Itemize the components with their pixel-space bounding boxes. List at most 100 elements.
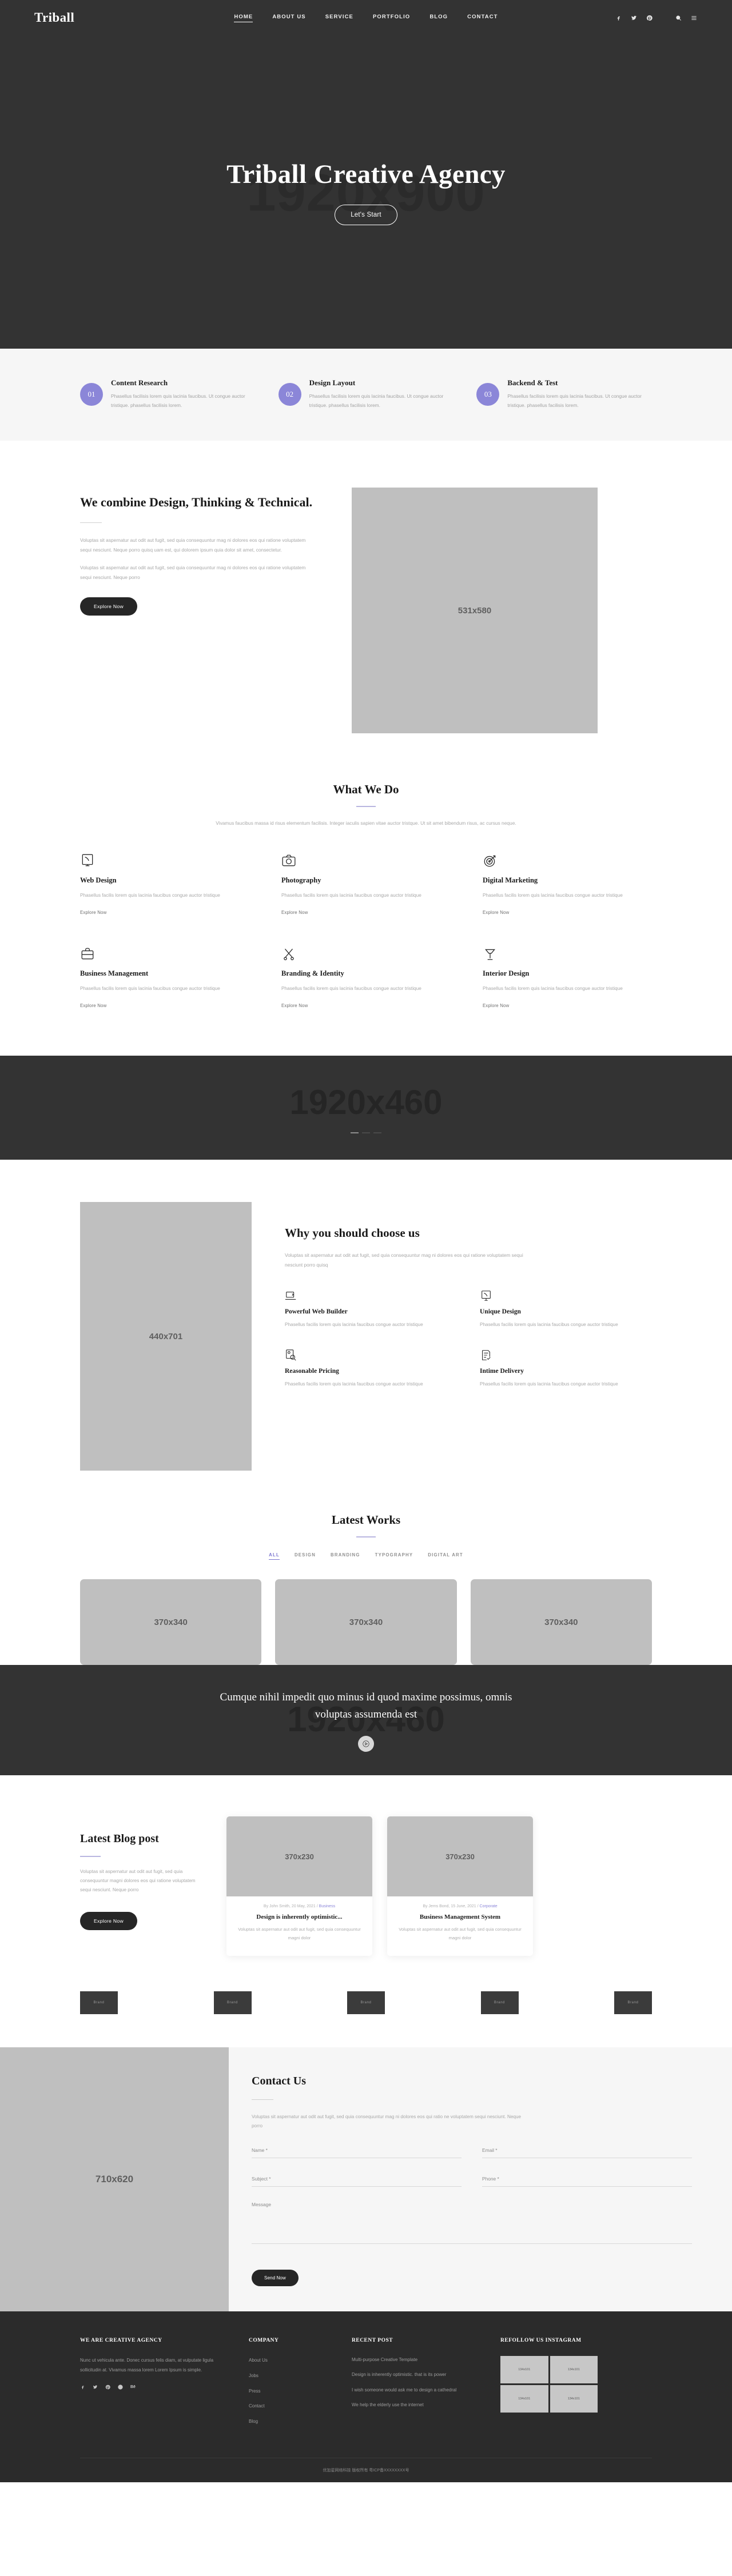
search-icon[interactable] [675, 14, 682, 22]
footer-link-blog[interactable]: Blog [249, 2417, 335, 2427]
feature-title: Intime Delivery [480, 1367, 524, 1375]
step-number-badge: 01 [80, 383, 103, 406]
target-icon [483, 853, 498, 868]
step-number-badge: 03 [476, 383, 500, 406]
slider-dot[interactable] [373, 1132, 381, 1133]
instagram-thumb[interactable]: 134x101 [500, 2356, 548, 2384]
lets-start-button[interactable]: Let's Start [335, 205, 397, 225]
instagram-thumb[interactable]: 134x101 [500, 2385, 548, 2413]
nav-item-home[interactable]: HOME [234, 14, 253, 22]
brand-logo[interactable]: Triball [34, 10, 217, 25]
combine-title: We combine Design, Thinking & Technical. [80, 495, 313, 510]
play-icon[interactable] [358, 1735, 374, 1752]
hamburger-menu-icon[interactable] [690, 14, 698, 22]
footer-recent-item[interactable]: I wish someone would ask me to design a … [352, 2386, 483, 2394]
blog-card-title[interactable]: Design is inherently optimistic... [237, 1914, 362, 1920]
service-explore-link[interactable]: Explore Now [483, 910, 509, 915]
blog-meta-category[interactable]: Corporate [480, 1904, 498, 1908]
service-explore-link[interactable]: Explore Now [483, 1003, 509, 1008]
service-explore-link[interactable]: Explore Now [281, 910, 308, 915]
section-rule [356, 1536, 376, 1538]
phone-field[interactable] [482, 2176, 692, 2187]
filter-all[interactable]: ALL [269, 1552, 280, 1560]
nav-item-service[interactable]: SERVICE [325, 14, 353, 22]
footer-link-contact[interactable]: Contact [249, 2402, 335, 2411]
client-logo[interactable]: Brand [614, 1991, 652, 2015]
combine-explore-button[interactable]: Explore Now [80, 597, 138, 616]
portfolio-item[interactable]: 370x340 [470, 1579, 652, 1666]
service-text: Phasellus facilis lorem quis lacinia fau… [483, 985, 623, 992]
name-field[interactable] [252, 2147, 462, 2159]
facebook-icon[interactable] [615, 14, 622, 22]
why-image-placeholder: 440x701 [80, 1202, 252, 1471]
feature-title: Powerful Web Builder [285, 1308, 348, 1315]
service-title: Digital Marketing [483, 876, 538, 884]
message-field[interactable] [252, 2202, 692, 2244]
blog-meta: By John Smith, 20 May, 2021 / Business [237, 1904, 362, 1908]
instagram-thumb[interactable]: 134x101 [550, 2385, 598, 2413]
steps-section: 01 Content Research Phasellus facilisis … [0, 349, 732, 441]
blog-card-title[interactable]: Business Management System [397, 1914, 523, 1920]
contact-section: 710x620 Contact Us Voluptas sit aspernat… [0, 2047, 732, 2312]
nav-item-about-us[interactable]: ABOUT US [272, 14, 305, 22]
dribbble-icon[interactable] [118, 2385, 124, 2390]
footer-link-jobs[interactable]: Jobs [249, 2371, 335, 2381]
nav-item-portfolio[interactable]: PORTFOLIO [373, 14, 410, 22]
video-cta-section: 1920x460 Cumque nihil impedit quo minus … [0, 1665, 732, 1776]
footer-instagram: REFOLLOW US INSTAGRAM 134x101 134x101 13… [500, 2338, 652, 2433]
service-explore-link[interactable]: Explore Now [80, 910, 106, 915]
nav-item-blog[interactable]: BLOG [429, 14, 448, 22]
client-logo[interactable]: Brand [480, 1991, 519, 2015]
twitter-icon[interactable] [93, 2385, 98, 2390]
step-title: Design Layout [309, 378, 356, 387]
banner-slider-dots[interactable] [351, 1132, 381, 1133]
pinterest-icon[interactable] [646, 14, 653, 22]
portfolio-filters: ALL DESIGN BRANDING TYPOGRAPHY DIGITAL A… [80, 1552, 652, 1560]
instagram-thumb[interactable]: 134x101 [550, 2356, 598, 2384]
footer-social-links: Bē [80, 2385, 232, 2390]
section-rule [80, 1856, 101, 1858]
service-explore-link[interactable]: Explore Now [281, 1003, 308, 1008]
header-actions [515, 14, 698, 22]
send-now-button[interactable]: Send Now [252, 2270, 299, 2287]
footer-about-title: WE ARE CREATIVE AGENCY [80, 2338, 162, 2344]
twitter-icon[interactable] [630, 14, 638, 22]
footer-link-press[interactable]: Press [249, 2387, 335, 2397]
footer-recent-item[interactable]: Multi-purpose Creative Template [352, 2356, 483, 2364]
blog-meta-category[interactable]: Business [319, 1904, 335, 1908]
service-title: Interior Design [483, 969, 530, 978]
filter-digital-art[interactable]: DIGITAL ART [428, 1552, 463, 1560]
step-title: Backend & Test [507, 378, 558, 387]
service-text: Phasellus facilis lorem quis lacinia fau… [281, 985, 421, 992]
slider-dot[interactable] [351, 1132, 359, 1133]
footer-link-about-us[interactable]: About Us [249, 2356, 335, 2366]
client-logo[interactable]: Brand [213, 1991, 252, 2015]
nav-item-contact[interactable]: CONTACT [467, 14, 498, 22]
title-rule [80, 522, 102, 524]
service-title: Business Management [80, 969, 149, 978]
feature-title: Reasonable Pricing [285, 1367, 339, 1375]
monitor-design-icon [480, 1289, 492, 1302]
blog-meta-author: By Jems Bond, 15 June, 2021 / [423, 1904, 480, 1909]
filter-typography[interactable]: TYPOGRAPHY [375, 1552, 413, 1560]
client-logo[interactable]: Brand [347, 1991, 385, 2015]
footer-recent-item[interactable]: We help the elderly use the internet [352, 2401, 483, 2409]
footer-company: COMPANY About Us Jobs Press Contact Blog [249, 2338, 335, 2433]
slider-dot[interactable] [362, 1132, 370, 1133]
filter-design[interactable]: DESIGN [295, 1552, 316, 1560]
blog-card[interactable]: 370x230 By Jems Bond, 15 June, 2021 / Co… [387, 1816, 533, 1956]
footer-recent-item[interactable]: Design is inherently optimistic. that is… [352, 2371, 483, 2379]
subject-field[interactable] [252, 2176, 462, 2187]
behance-icon[interactable]: Bē [130, 2385, 136, 2390]
blog-card[interactable]: 370x230 By John Smith, 20 May, 2021 / Bu… [226, 1816, 372, 1956]
facebook-icon[interactable] [80, 2385, 86, 2390]
filter-branding[interactable]: BRANDING [331, 1552, 360, 1560]
blog-explore-button[interactable]: Explore Now [80, 1912, 138, 1931]
checklist-icon [480, 1349, 492, 1361]
service-explore-link[interactable]: Explore Now [80, 1003, 106, 1008]
pinterest-icon[interactable] [105, 2385, 111, 2390]
email-field[interactable] [482, 2147, 692, 2159]
portfolio-item[interactable]: 370x340 [275, 1579, 457, 1666]
client-logo[interactable]: Brand [80, 1991, 118, 2015]
portfolio-item[interactable]: 370x340 [80, 1579, 262, 1666]
